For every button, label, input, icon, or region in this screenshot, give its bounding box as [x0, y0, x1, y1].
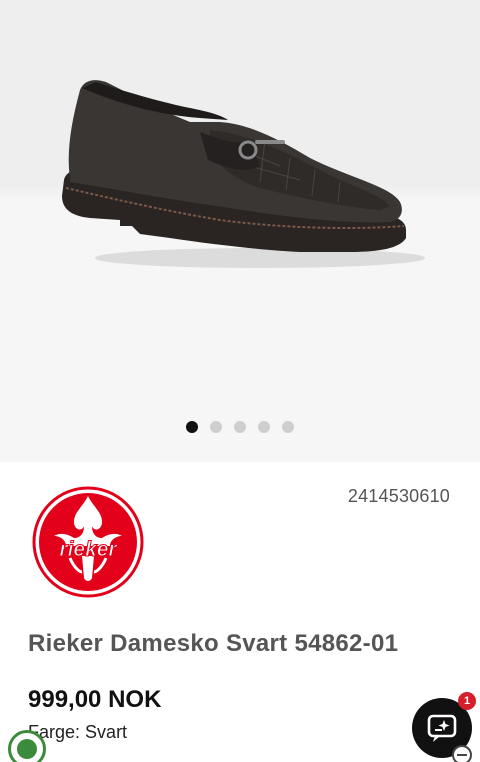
product-title: Rieker Damesko Svart 54862-01	[28, 630, 399, 657]
product-sku: 2414530610	[347, 486, 450, 506]
gallery-dot[interactable]	[186, 421, 198, 433]
minimize-icon[interactable]	[452, 745, 472, 762]
chat-unread-badge: 1	[458, 692, 476, 710]
brand-logo-text: rieker	[59, 538, 118, 561]
eco-leaf-icon[interactable]	[8, 730, 46, 762]
product-price: 999,00 NOK	[28, 686, 162, 713]
gallery-pagination	[0, 421, 480, 433]
product-image-gallery[interactable]	[0, 0, 480, 462]
gallery-dot[interactable]	[258, 421, 270, 433]
product-image[interactable]	[50, 70, 430, 280]
chat-sparkle-icon	[427, 714, 457, 742]
color-value: Svart	[85, 722, 128, 742]
brand-logo[interactable]: rieker	[32, 486, 144, 598]
gallery-dot[interactable]	[234, 421, 246, 433]
gallery-dot[interactable]	[210, 421, 222, 433]
gallery-dot[interactable]	[282, 421, 294, 433]
